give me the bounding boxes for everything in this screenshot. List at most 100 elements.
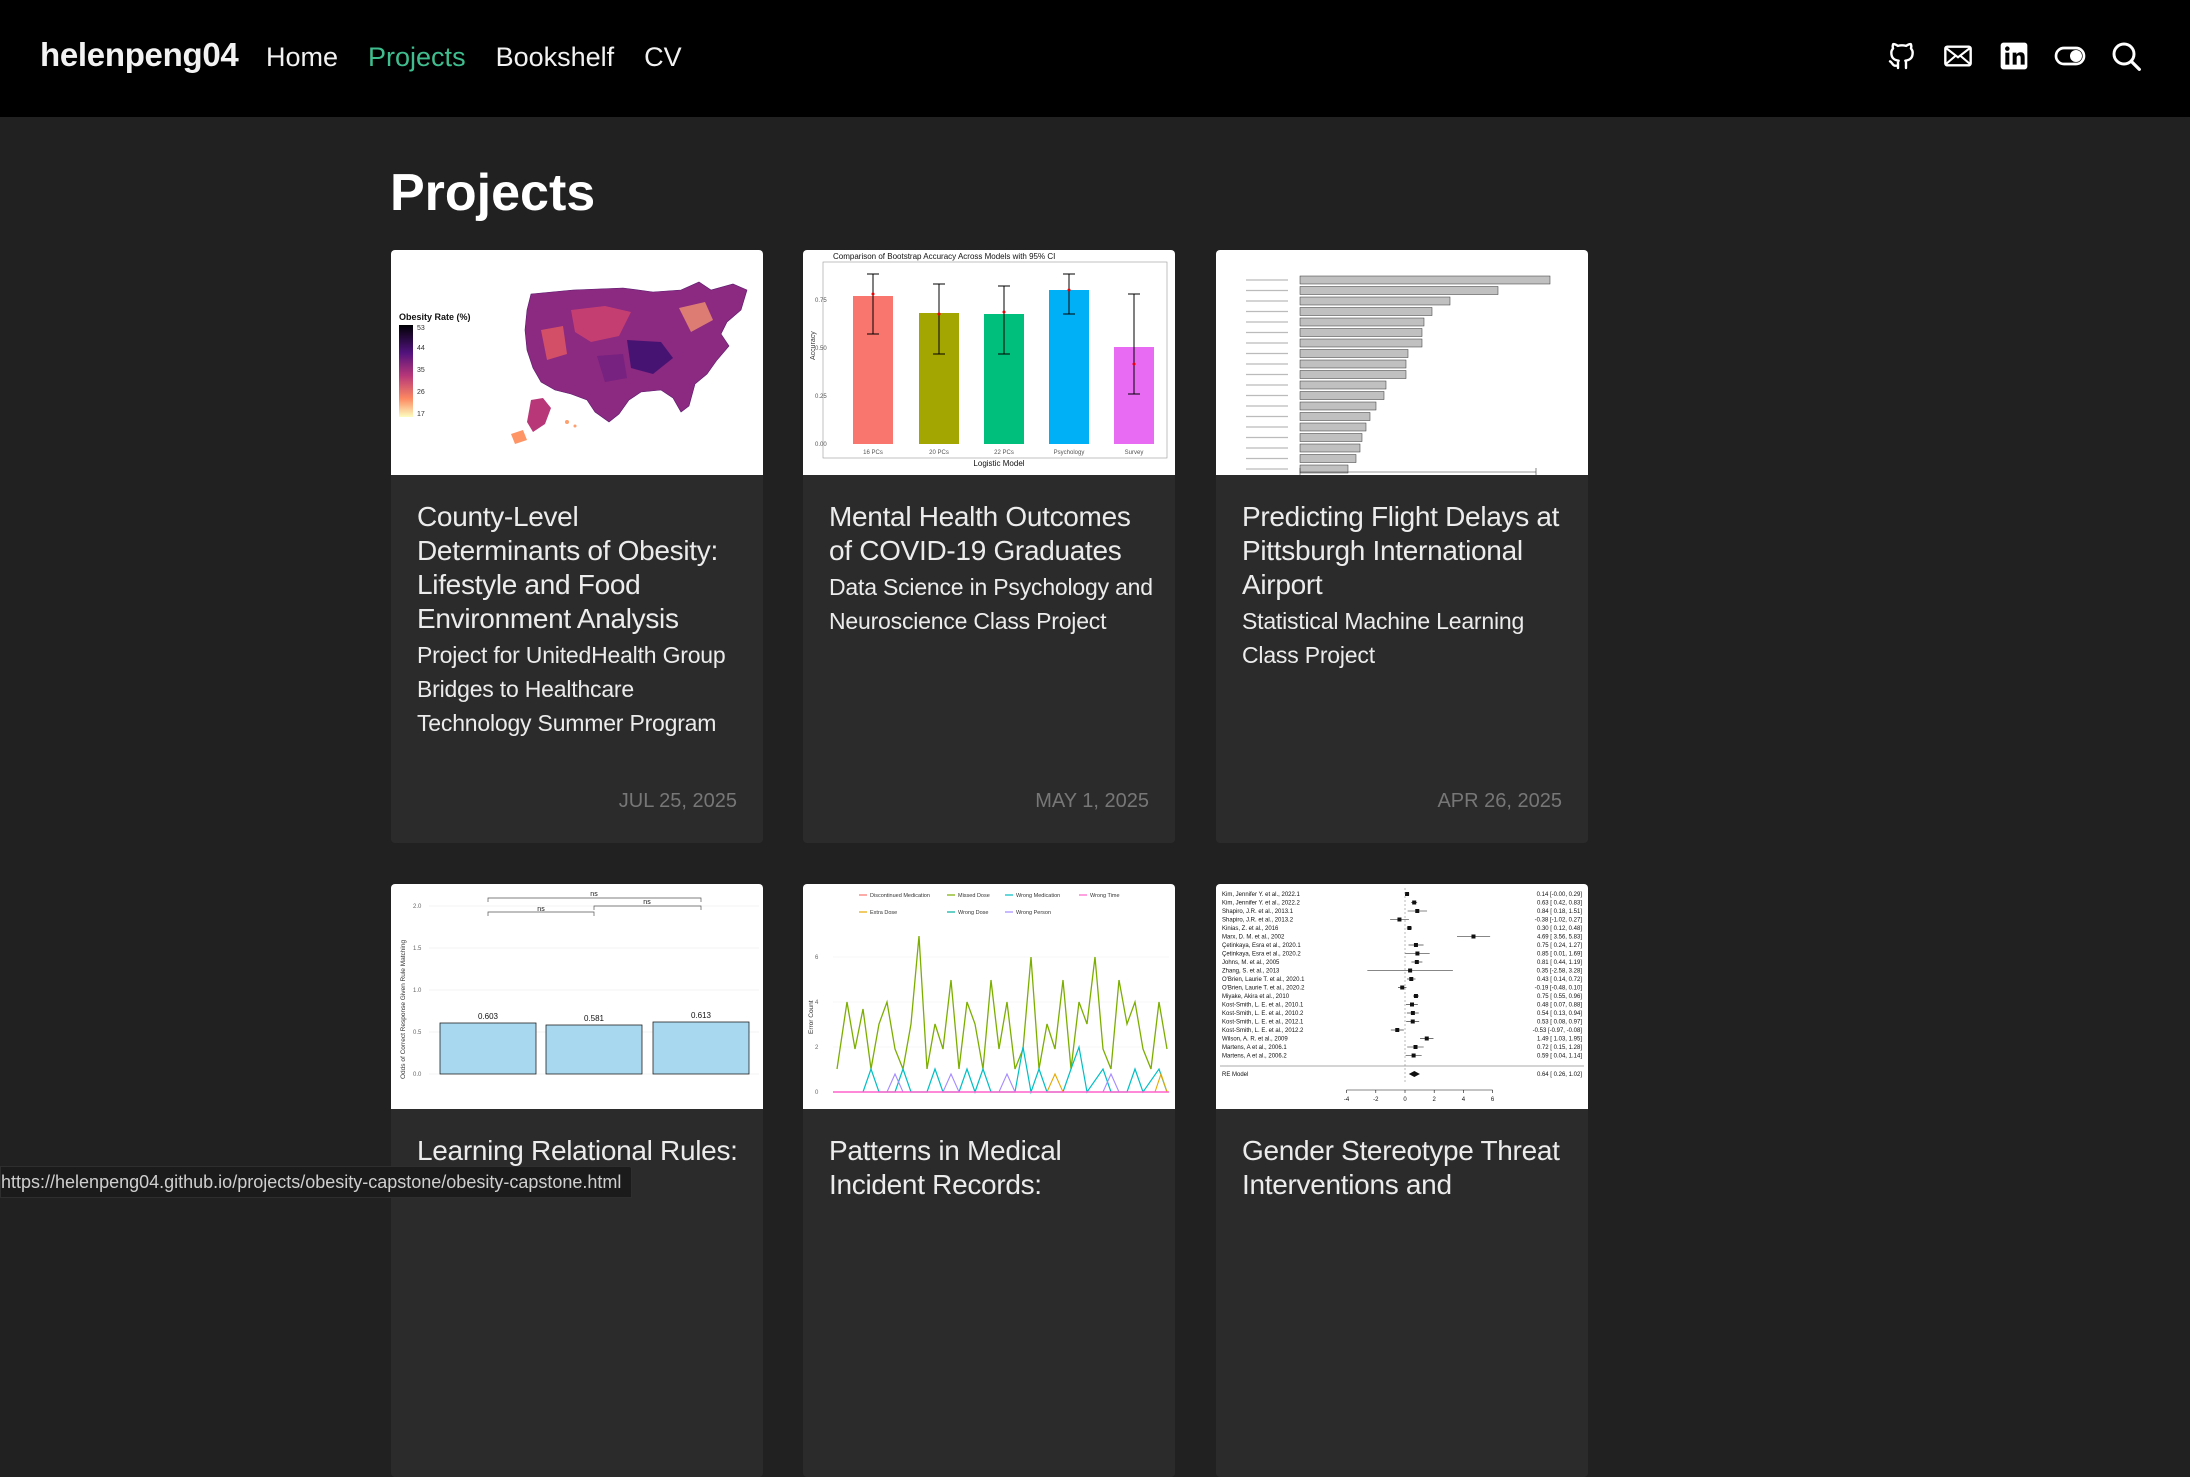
study-ci: 0.63 [ 0.42, 0.83] [1537,901,1582,907]
study-estimate [1407,926,1412,930]
project-card-obesity[interactable]: Obesity Rate (%) 53 44 35 26 17 County-L… [391,250,763,843]
bar-value: 0.603 [478,1012,499,1021]
card-date: APR 26, 2025 [1437,790,1562,812]
y-tick: 0.00 [815,442,827,448]
card-thumbnail[interactable]: Discontinued Medication Missed Dose Wron… [803,884,1175,1109]
card-thumbnail[interactable]: Comparison of Bootstrap Accuracy Across … [803,250,1175,475]
github-icon[interactable] [1886,40,1918,72]
nav-icons [1886,40,2142,72]
card-title-text[interactable]: Gender Stereotype Threat Interventions a… [1242,1134,1572,1202]
study-ci: 0.81 [ 0.44, 1.19] [1537,960,1582,966]
linkedin-icon[interactable] [1998,40,2030,72]
feature-bar [1299,412,1371,421]
card-title-text[interactable]: Learning Relational Rules: [417,1134,747,1168]
feature-importance-chart [1246,275,1551,475]
bar-value: 0.613 [691,1011,712,1020]
card-title[interactable]: Gender Stereotype Threat Interventions a… [1242,1134,1572,1202]
study-estimate [1410,1002,1415,1007]
study-ci: 0.75 [ 0.24, 1.27] [1537,943,1582,949]
study-name: Çetinkaya, Esra et al., 2020.2 [1222,952,1301,958]
theme-toggle-icon[interactable] [2054,40,2086,72]
nav-link-bookshelf[interactable]: Bookshelf [496,42,615,73]
x-tick-label: 6 [1491,1097,1495,1103]
nav-link-cv[interactable]: CV [644,42,682,73]
card-thumbnail[interactable]: Kim, Jennifer Y. et al., 2022.1 0.14 [-0.… [1216,884,1588,1109]
card-thumbnail[interactable]: Obesity Rate (%) 53 44 35 26 17 [391,250,763,475]
card-title[interactable]: Learning Relational Rules: [417,1134,747,1168]
card-subtitle: Statistical Machine Learning Class Proje… [1242,608,1525,668]
study-estimate [1413,1045,1418,1049]
study-ci: 0.53 [ 0.08, 0.97] [1537,1020,1582,1026]
study-name: Kinias, Z. et al., 2016 [1222,926,1279,932]
search-icon[interactable] [2110,40,2142,72]
study-estimate [1414,960,1419,964]
y-tick: 0.50 [815,346,827,352]
study-name: Marx, D. M. et al., 2002 [1222,935,1285,941]
feature-bar [1299,370,1407,379]
card-title-text[interactable]: Predicting Flight Delays at Pittsburgh I… [1242,500,1572,602]
card-title-text[interactable]: County-Level Determinants of Obesity: Li… [417,500,747,636]
card-title[interactable]: Mental Health Outcomes of COVID-19 Gradu… [829,500,1159,638]
page-title: Projects [390,164,596,222]
card-date: MAY 1, 2025 [1035,790,1149,812]
study-ci: -0.38 [-1.02, 0.27] [1535,918,1583,924]
study-estimate [1410,1011,1415,1015]
site-title[interactable]: helenpeng04 [40,36,239,74]
y-tick: 0.25 [815,394,827,400]
study-ci: 0.14 [-0.00, 0.29] [1537,892,1583,898]
bar-value: 0.581 [584,1014,605,1023]
project-card-gender-stereotype[interactable]: Kim, Jennifer Y. et al., 2022.1 0.14 [-0.… [1216,884,1588,1477]
card-thumbnail[interactable] [1216,250,1588,475]
study-estimate [1408,968,1413,973]
status-bar-url: https://helenpeng04.github.io/projects/o… [0,1166,633,1198]
re-model-ci: 0.64 [ 0.26, 1.02] [1537,1072,1582,1078]
nav-link-home[interactable]: Home [266,42,338,73]
y-tick: 6 [815,955,819,961]
study-ci: 0.54 [ 0.13, 0.94] [1537,1011,1582,1017]
nav-links: Home Projects Bookshelf CV [266,42,682,73]
y-tick: 2 [815,1045,819,1051]
feature-bar [1299,286,1499,295]
mail-icon[interactable] [1942,40,1974,72]
project-card-mental-health[interactable]: Comparison of Bootstrap Accuracy Across … [803,250,1175,843]
x-tick: 22 PCs [994,450,1014,456]
nav-link-projects[interactable]: Projects [368,42,466,73]
project-card-medical-incidents[interactable]: Discontinued Medication Missed Dose Wron… [803,884,1175,1477]
card-title-text[interactable]: Patterns in Medical Incident Records: [829,1134,1159,1202]
study-estimate [1413,994,1418,998]
card-thumbnail[interactable]: Odds of Correct Response Given Rule Matc… [391,884,763,1109]
study-name: Kim, Jennifer Y. et al., 2022.1 [1222,892,1300,898]
study-estimate [1413,943,1418,947]
x-tick-label: -2 [1373,1097,1379,1103]
x-tick-label: 4 [1462,1097,1466,1103]
feature-bar [1299,391,1385,400]
card-title[interactable]: Patterns in Medical Incident Records: [829,1134,1159,1202]
bar-1 [439,1022,537,1075]
study-estimate [1405,892,1410,896]
y-tick: 4 [815,1000,819,1006]
y-axis-label: Error Count [808,1000,815,1034]
feature-bar [1299,422,1367,432]
y-tick: 1.5 [413,946,422,952]
x-tick-label: 0 [1403,1097,1407,1103]
sig-label: ns [643,899,651,906]
project-card-flight-delays[interactable]: Predicting Flight Delays at Pittsburgh I… [1216,250,1588,843]
re-model-diamond [1408,1071,1420,1077]
legend-item: Wrong Person [1016,910,1051,916]
study-name: Kim, Jennifer Y. et al., 2022.2 [1222,901,1300,907]
x-tick: Psychology [1054,450,1085,456]
feature-bar [1299,317,1425,327]
sig-label: ns [590,891,598,898]
forest-plot: Kim, Jennifer Y. et al., 2022.1 0.14 [-0.… [1220,888,1584,1103]
study-name: O'Brien, Laurie T. et al., 2020.2 [1222,986,1305,992]
card-title[interactable]: County-Level Determinants of Obesity: Li… [417,500,747,740]
feature-bar [1299,380,1387,390]
legend-item: Discontinued Medication [870,893,930,899]
feature-bar [1299,359,1407,369]
card-title-text[interactable]: Mental Health Outcomes of COVID-19 Gradu… [829,500,1159,568]
x-tick-label: -4 [1344,1097,1350,1103]
card-title[interactable]: Predicting Flight Delays at Pittsburgh I… [1242,500,1572,672]
feature-bar [1299,307,1433,316]
legend-item: Wrong Time [1090,893,1120,899]
study-name: Johns, M. et al., 2005 [1222,960,1280,966]
